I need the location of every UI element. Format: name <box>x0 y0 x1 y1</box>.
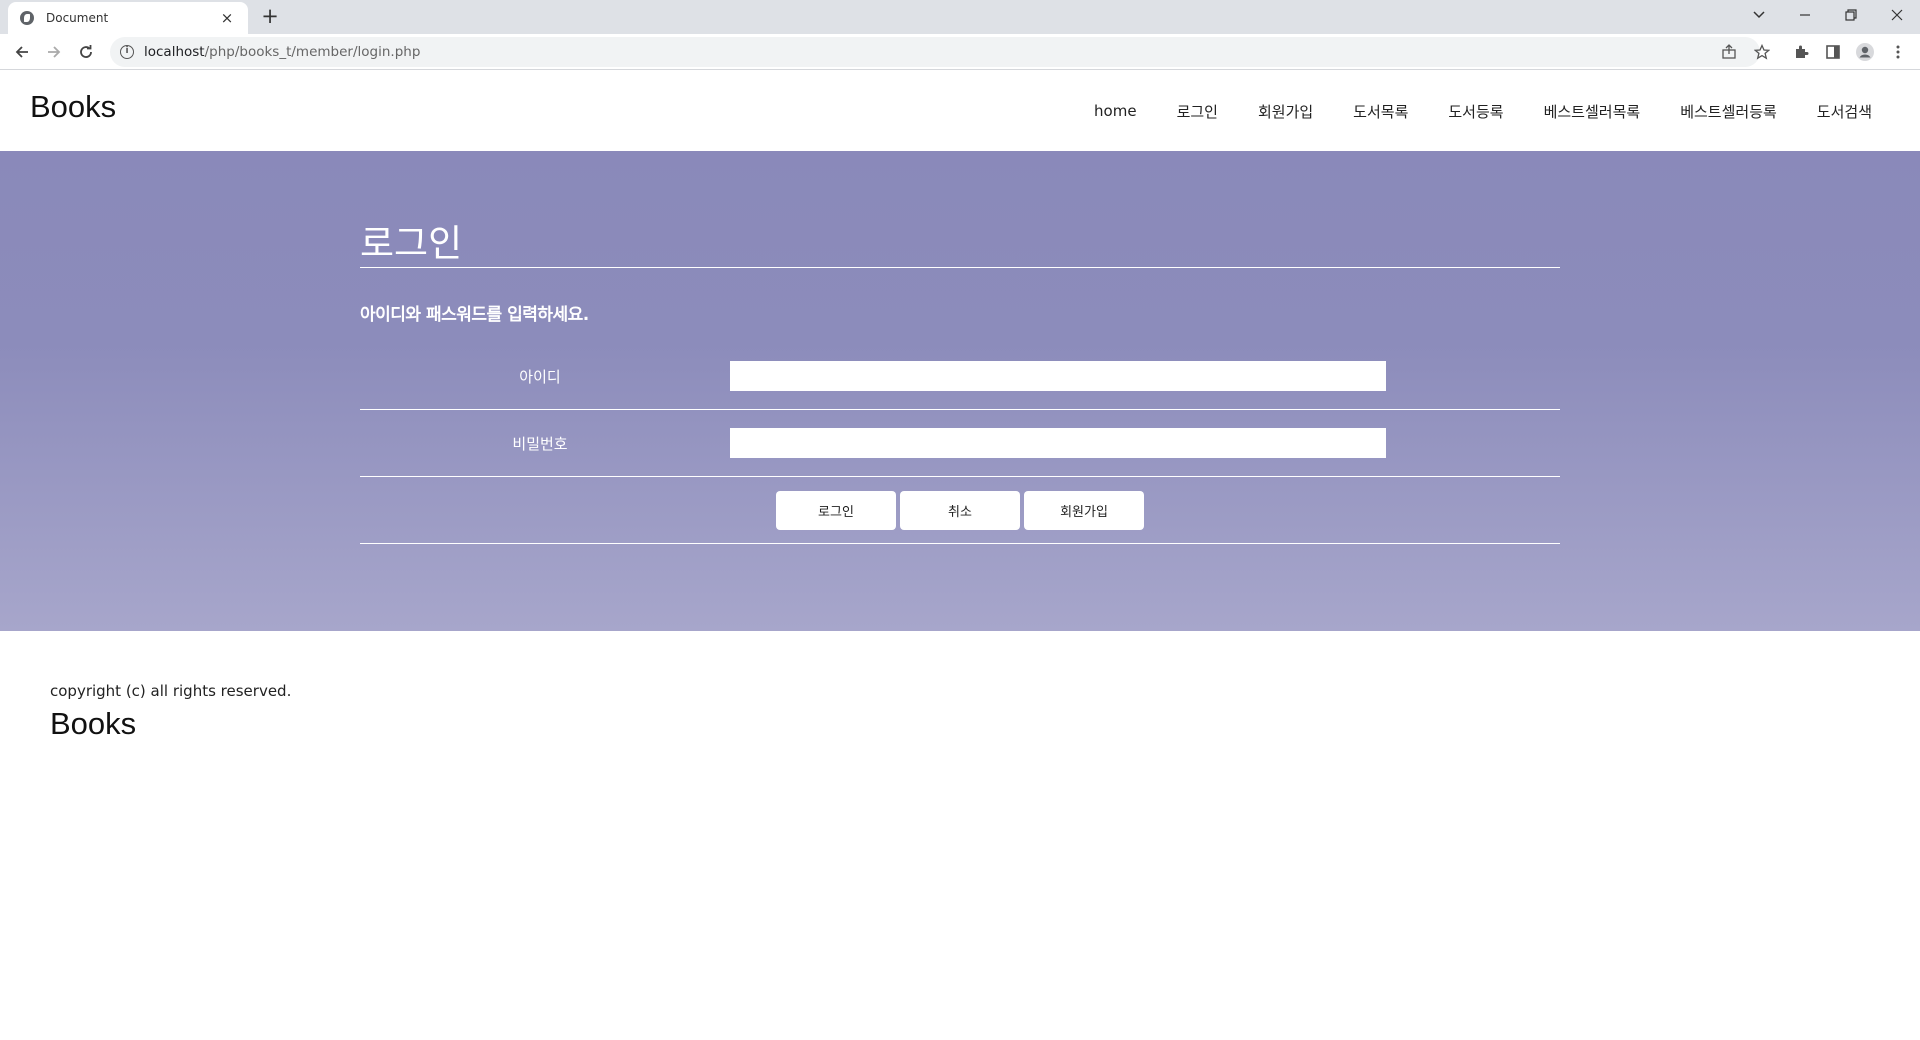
main-nav: home 로그인 회원가입 도서목록 도서등록 베스트셀러목록 베스트셀러등록 … <box>1054 71 1872 151</box>
url-text[interactable]: localhost/php/books_t/member/login.php <box>144 44 420 60</box>
id-label: 아이디 <box>519 367 561 386</box>
tab-title: Document <box>46 11 109 25</box>
signup-button[interactable]: 회원가입 <box>1024 490 1144 530</box>
password-input[interactable] <box>730 428 1386 458</box>
forward-icon[interactable] <box>42 40 66 64</box>
id-row: 아이디 <box>360 343 1560 410</box>
password-row: 비밀번호 <box>360 410 1560 477</box>
url-path: /php/books_t/member/login.php <box>204 44 421 60</box>
nav-book-list[interactable]: 도서목록 <box>1353 101 1408 122</box>
extensions-icon[interactable] <box>1791 42 1811 62</box>
share-icon[interactable] <box>1719 42 1739 62</box>
profile-avatar-icon[interactable] <box>1855 42 1875 62</box>
password-label: 비밀번호 <box>512 434 568 453</box>
site-info-icon[interactable]: i <box>120 45 134 59</box>
reload-icon[interactable] <box>74 40 98 64</box>
button-row: 로그인 취소 회원가입 <box>360 477 1560 544</box>
close-window-icon[interactable] <box>1874 0 1920 30</box>
browser-tab-bar: Document × + <box>0 0 1920 34</box>
nav-bestseller-list[interactable]: 베스트셀러목록 <box>1544 101 1641 122</box>
login-form: 로그인 아이디와 패스워드를 입력하세요. 아이디 비밀번호 로그인 취소 회원… <box>360 213 1560 544</box>
nav-bestseller-register[interactable]: 베스트셀러등록 <box>1680 101 1777 122</box>
site-header: Books home 로그인 회원가입 도서목록 도서등록 베스트셀러목록 베스… <box>0 71 1920 151</box>
browser-toolbar: i localhost/php/books_t/member/login.php <box>0 34 1920 70</box>
url-host: localhost <box>144 44 205 60</box>
address-bar[interactable]: i localhost/php/books_t/member/login.php <box>110 37 1760 67</box>
id-input[interactable] <box>730 361 1386 391</box>
bookmark-star-icon[interactable] <box>1752 42 1772 62</box>
browser-tab[interactable]: Document × <box>8 2 248 34</box>
footer-logo: Books <box>50 706 137 741</box>
new-tab-button[interactable]: + <box>258 5 282 29</box>
login-button[interactable]: 로그인 <box>776 490 896 530</box>
tab-search-icon[interactable] <box>1736 0 1782 30</box>
nav-book-search[interactable]: 도서검색 <box>1817 101 1872 122</box>
side-panel-icon[interactable] <box>1823 42 1843 62</box>
copyright-text: copyright (c) all rights reserved. <box>50 682 292 700</box>
minimize-icon[interactable] <box>1782 0 1828 30</box>
site-logo[interactable]: Books <box>30 89 116 125</box>
nav-login[interactable]: 로그인 <box>1177 101 1218 122</box>
cancel-button[interactable]: 취소 <box>900 490 1020 530</box>
globe-icon <box>20 11 34 25</box>
back-icon[interactable] <box>10 40 34 64</box>
restore-icon[interactable] <box>1828 0 1874 30</box>
menu-kebab-icon[interactable] <box>1888 42 1908 62</box>
nav-home[interactable]: home <box>1094 102 1137 120</box>
nav-book-register[interactable]: 도서등록 <box>1448 101 1503 122</box>
login-section: 로그인 아이디와 패스워드를 입력하세요. 아이디 비밀번호 로그인 취소 회원… <box>0 151 1920 631</box>
site-footer: copyright (c) all rights reserved. Books <box>50 682 291 742</box>
nav-signup[interactable]: 회원가입 <box>1258 101 1313 122</box>
page-title: 로그인 <box>360 213 1560 268</box>
login-instruction: 아이디와 패스워드를 입력하세요. <box>360 305 589 325</box>
tab-close-icon[interactable]: × <box>218 9 236 27</box>
